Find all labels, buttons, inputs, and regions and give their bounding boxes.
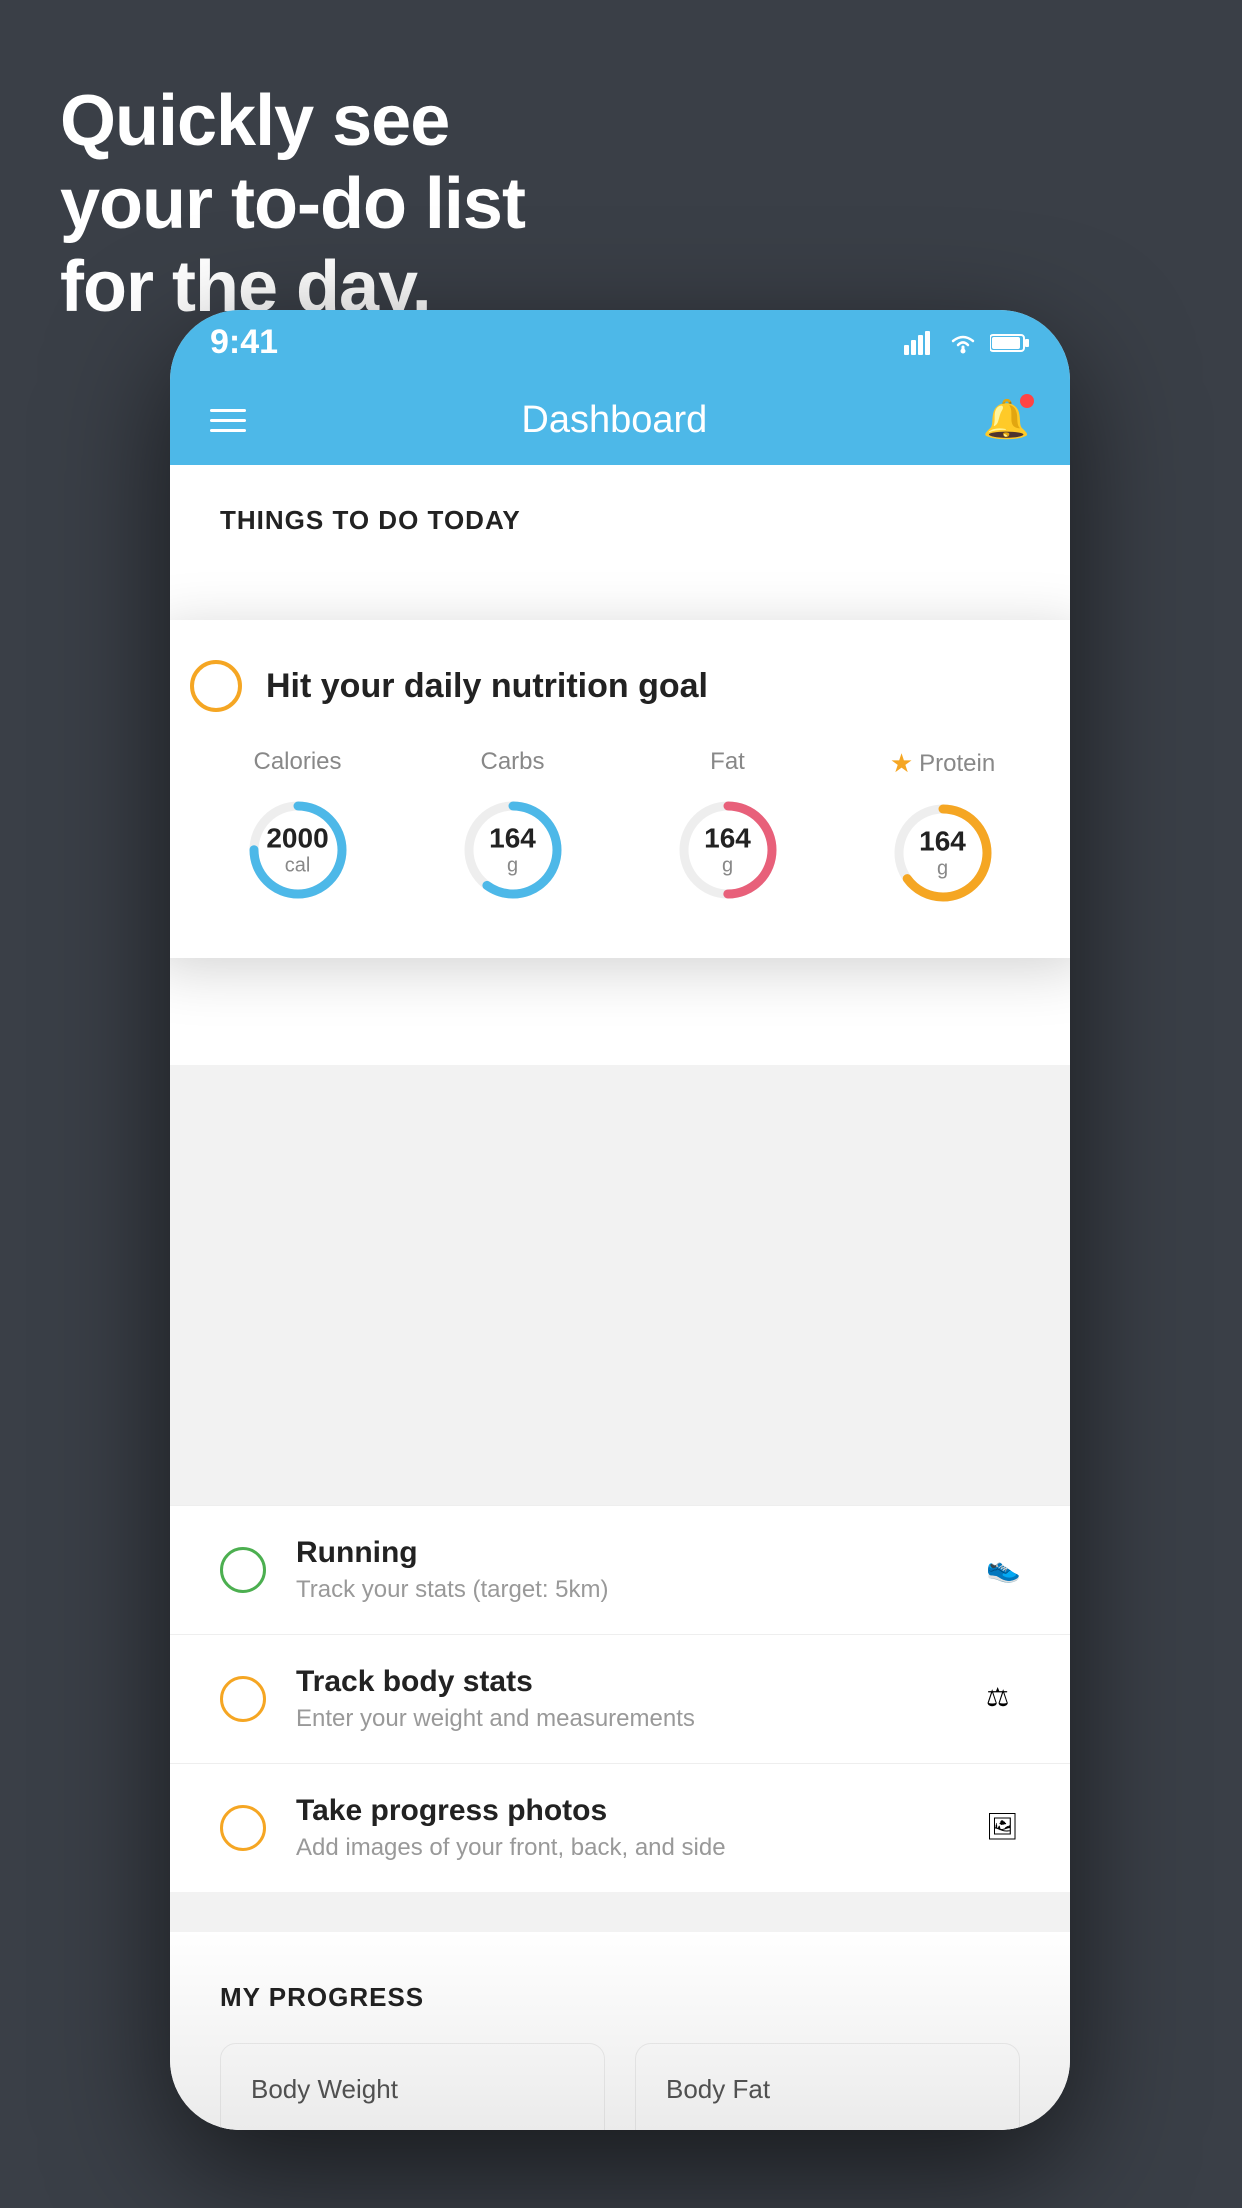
card-title: Hit your daily nutrition goal xyxy=(266,667,708,706)
todo-circle[interactable] xyxy=(220,1805,266,1851)
nutrition-item-fat: Fat 164 g xyxy=(668,748,788,910)
progress-card-title: Body Fat xyxy=(666,2074,989,2105)
nutrition-circle-wrap: 2000 cal xyxy=(238,790,358,910)
svg-text:🖼: 🖼 xyxy=(986,1811,1019,1841)
todo-text: Take progress photos Add images of your f… xyxy=(296,1794,956,1862)
circle-num: 164 xyxy=(489,823,536,855)
nav-title: Dashboard xyxy=(521,399,707,442)
progress-card[interactable]: Body Weight 100 kg xyxy=(220,2043,605,2130)
circle-value: 164 g xyxy=(704,823,751,878)
headline: Quickly see your to-do list for the day. xyxy=(60,80,525,328)
svg-text:⚖: ⚖ xyxy=(986,1682,1009,1712)
notification-dot xyxy=(1020,394,1034,408)
circle-value: 164 g xyxy=(489,823,536,878)
todo-text: Running Track your stats (target: 5km) xyxy=(296,1536,956,1604)
star-icon: ★ xyxy=(890,748,913,779)
nutrition-item-protein: ★Protein 164 g xyxy=(883,748,1003,913)
circle-value: 2000 cal xyxy=(266,823,328,878)
nutrition-label-text: Fat xyxy=(710,748,745,776)
headline-line2: your to-do list xyxy=(60,163,525,246)
circle-num: 164 xyxy=(919,826,966,858)
nutrition-circle-wrap: 164 g xyxy=(883,793,1003,913)
task-circle-nutrition[interactable] xyxy=(190,660,242,712)
phone-shell: 9:41 xyxy=(170,310,1070,2130)
progress-label: MY PROGRESS xyxy=(220,1982,1020,2013)
scale-icon: ⚖ xyxy=(986,1678,1020,1712)
progress-section: MY PROGRESS Body Weight 100 kg Body Fat … xyxy=(170,1932,1070,2130)
signal-icon xyxy=(904,331,936,355)
nutrition-label-text: Carbs xyxy=(480,748,544,776)
progress-cards: Body Weight 100 kg Body Fat 23 % xyxy=(220,2043,1020,2130)
hamburger-menu[interactable] xyxy=(210,409,246,432)
todo-circle[interactable] xyxy=(220,1547,266,1593)
wifi-icon xyxy=(948,331,978,355)
circle-value: 164 g xyxy=(919,826,966,881)
progress-card[interactable]: Body Fat 23 % xyxy=(635,2043,1020,2130)
circle-num: 2000 xyxy=(266,823,328,855)
nutrition-row: Calories 2000 cal Carbs 164 g Fat 164 g … xyxy=(190,748,1050,913)
nutrition-label-row: Carbs xyxy=(480,748,544,776)
nutrition-card: Hit your daily nutrition goal Calories 2… xyxy=(170,620,1070,958)
circle-unit: g xyxy=(919,858,966,881)
todo-text: Track body stats Enter your weight and me… xyxy=(296,1665,956,1733)
svg-text:👟: 👟 xyxy=(986,1552,1020,1583)
progress-card-title: Body Weight xyxy=(251,2074,574,2105)
todo-item[interactable]: Track body stats Enter your weight and me… xyxy=(170,1634,1070,1763)
nutrition-item-carbs: Carbs 164 g xyxy=(453,748,573,910)
shoe-icon: 👟 xyxy=(986,1549,1020,1583)
todo-name: Running xyxy=(296,1536,956,1570)
notification-bell[interactable]: 🔔 xyxy=(983,398,1030,442)
todo-name: Track body stats xyxy=(296,1665,956,1699)
circle-unit: cal xyxy=(266,855,328,878)
status-bar: 9:41 xyxy=(170,310,1070,375)
progress-value-row: 100 kg xyxy=(251,2129,574,2130)
nav-bar: Dashboard 🔔 xyxy=(170,375,1070,465)
nutrition-label-text: Calories xyxy=(253,748,341,776)
todo-sub: Track your stats (target: 5km) xyxy=(296,1576,956,1604)
headline-line1: Quickly see xyxy=(60,80,525,163)
todo-item[interactable]: Running Track your stats (target: 5km) 👟 xyxy=(170,1505,1070,1634)
nutrition-label-text: Protein xyxy=(919,750,995,778)
todo-action-icon: 👟 xyxy=(986,1549,1020,1592)
circle-unit: g xyxy=(489,855,536,878)
circle-unit: g xyxy=(704,855,751,878)
things-section: THINGS TO DO TODAY Hit your daily nutrit… xyxy=(170,465,1070,1065)
nutrition-label-row: Calories xyxy=(253,748,341,776)
photo-icon: 🖼 xyxy=(986,1807,1020,1841)
todo-circle[interactable] xyxy=(220,1676,266,1722)
todo-action-icon: 🖼 xyxy=(986,1807,1020,1850)
progress-value-row: 23 % xyxy=(666,2129,989,2130)
nutrition-circle-wrap: 164 g xyxy=(668,790,788,910)
todo-item[interactable]: Take progress photos Add images of your f… xyxy=(170,1763,1070,1892)
status-icons xyxy=(904,331,1030,355)
card-header: Hit your daily nutrition goal xyxy=(190,660,1050,712)
nutrition-label-row: ★Protein xyxy=(890,748,995,779)
todo-sub: Add images of your front, back, and side xyxy=(296,1834,956,1862)
nutrition-item-calories: Calories 2000 cal xyxy=(238,748,358,910)
things-label: THINGS TO DO TODAY xyxy=(220,505,1020,536)
circle-num: 164 xyxy=(704,823,751,855)
todo-list: Running Track your stats (target: 5km) 👟 Tr… xyxy=(170,1505,1070,1892)
todo-sub: Enter your weight and measurements xyxy=(296,1705,956,1733)
todo-name: Take progress photos xyxy=(296,1794,956,1828)
nutrition-label-row: Fat xyxy=(710,748,745,776)
todo-action-icon: ⚖ xyxy=(986,1678,1020,1721)
nutrition-circle-wrap: 164 g xyxy=(453,790,573,910)
battery-icon xyxy=(990,332,1030,354)
status-time: 9:41 xyxy=(210,323,278,362)
